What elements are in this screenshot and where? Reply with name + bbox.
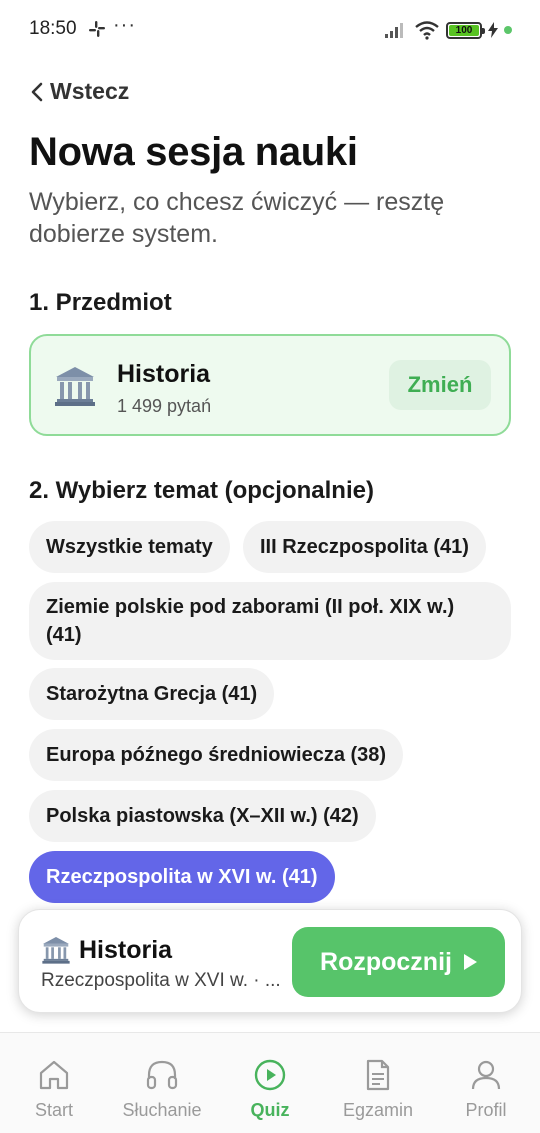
nav-item-listening[interactable]: Słuchanie: [108, 1033, 216, 1133]
bottom-navigation: Start Słuchanie Quiz Egzamin Profil: [0, 1032, 540, 1133]
document-icon: [366, 1059, 390, 1091]
nav-label: Start: [34, 1100, 73, 1120]
topic-chip[interactable]: Europa późnego średniowiecza (38): [29, 729, 404, 781]
topic-chip[interactable]: Polska piastowska (X–XII w.) (42): [29, 790, 376, 842]
battery-level: 100: [449, 24, 479, 36]
start-button-label: Rozpocznij: [320, 947, 452, 976]
topic-chip[interactable]: III Rzeczpospolita (41): [243, 521, 486, 573]
start-session-card: Historia Rzeczpospolita w XVI w. · ... R…: [18, 909, 522, 1013]
chevron-left-icon: [31, 82, 43, 101]
page-subtitle: Wybierz, co chcesz ćwiczyć — resztę dobi…: [29, 188, 445, 248]
page-title: Nowa sesja nauki: [29, 130, 358, 174]
privacy-indicator-dot: [504, 26, 512, 34]
subject-question-count: 1 499 pytań: [117, 396, 212, 416]
topic-chip[interactable]: Starożytna Grecja (41): [29, 668, 275, 720]
nav-label: Quiz: [250, 1100, 290, 1120]
nav-item-exam[interactable]: Egzamin: [324, 1033, 432, 1133]
wifi-icon: [415, 21, 439, 40]
headphones-icon: [146, 1060, 178, 1090]
back-button[interactable]: Wstecz: [30, 78, 129, 105]
nav-label: Profil: [465, 1100, 507, 1120]
slack-icon: [89, 21, 105, 37]
topic-chip-selected[interactable]: Rzeczpospolita w XVI w. (41): [29, 851, 335, 903]
play-icon: [463, 954, 477, 970]
play-circle-icon: [254, 1059, 286, 1091]
nav-item-quiz[interactable]: Quiz: [216, 1033, 324, 1133]
topic-section-label: 2. Wybierz temat (opcjonalnie): [29, 477, 374, 504]
nav-item-start[interactable]: Start: [0, 1033, 108, 1133]
subject-name: Historia: [117, 360, 211, 388]
signal-icon: [385, 23, 403, 38]
user-icon: [471, 1060, 501, 1090]
status-time: 18:50: [29, 18, 77, 39]
more-notifications-icon: ···: [113, 14, 136, 36]
topic-chip[interactable]: Ziemie polskie pod zaborami (II poł. XIX…: [29, 582, 511, 660]
status-bar: 18:50 ··· 100: [0, 0, 540, 60]
start-card-subtitle: Rzeczpospolita w XVI w. · ...: [41, 970, 281, 991]
back-label: Wstecz: [50, 78, 130, 104]
change-subject-button[interactable]: Zmień: [389, 360, 491, 410]
start-button[interactable]: Rozpocznij: [292, 927, 505, 997]
home-icon: [39, 1060, 69, 1090]
subject-card[interactable]: Historia 1 499 pytań Zmień: [29, 334, 511, 436]
status-indicators: 100: [384, 18, 512, 42]
nav-label: Egzamin: [342, 1100, 414, 1120]
classical-building-icon: [55, 367, 95, 406]
subject-section-label: 1. Przedmiot: [29, 289, 172, 316]
charging-icon: [488, 22, 498, 38]
nav-label: Słuchanie: [122, 1100, 202, 1120]
start-card-title: Historia: [79, 936, 173, 964]
nav-item-profile[interactable]: Profil: [432, 1033, 540, 1133]
battery-icon: 100: [446, 21, 485, 39]
topic-chip[interactable]: Wszystkie tematy: [29, 521, 230, 573]
classical-building-icon: [42, 937, 70, 964]
